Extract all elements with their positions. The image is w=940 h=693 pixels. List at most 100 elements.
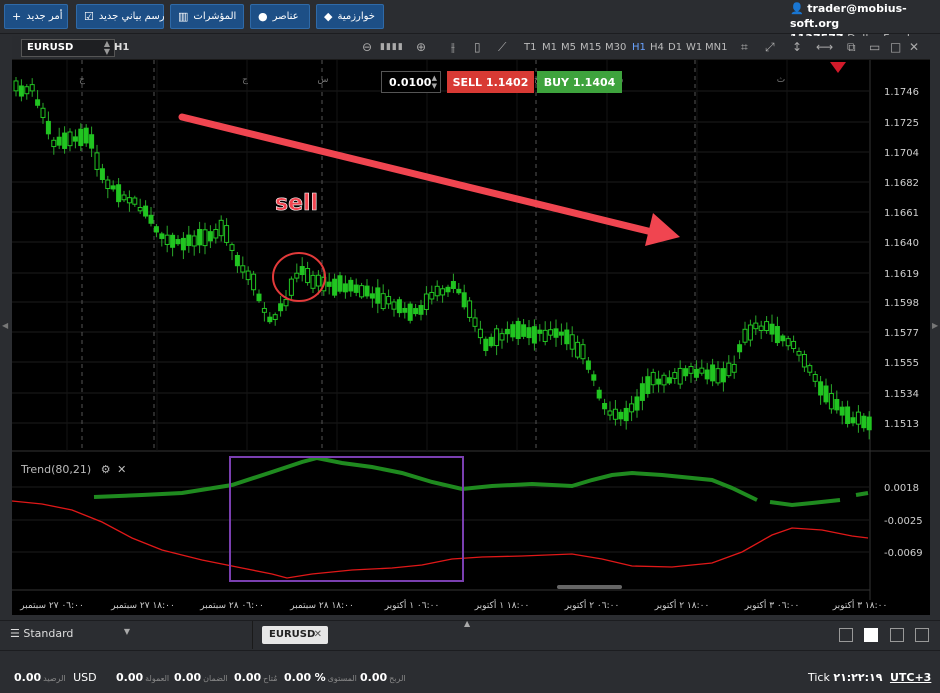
algorithms-label: خوارزمية [337, 11, 375, 22]
lot-size-input[interactable]: 0.0100 ▲ ▼ [381, 71, 441, 93]
time-tick-label: ١٨:٠٠ ٣ أكتوبر [832, 599, 888, 611]
candle [450, 281, 456, 289]
candle-chart-icon[interactable]: ▯ [474, 40, 481, 54]
candle [369, 293, 375, 299]
tf-M1[interactable]: M1 [542, 42, 557, 53]
remove-indicator-icon[interactable]: ✕ [117, 463, 126, 476]
candle [618, 411, 624, 420]
sell-button[interactable]: SELL 1.1402 [447, 71, 534, 93]
commission-value: 0.00 [116, 671, 144, 684]
candle [461, 292, 467, 308]
candle [774, 326, 780, 344]
time-tick-label: ٠٦:٠٠ ٢٧ سبتمبر [19, 601, 84, 611]
right-collapse-icon[interactable]: ▶ [932, 321, 938, 330]
candle [251, 273, 257, 291]
candle [126, 197, 132, 204]
divider [252, 621, 253, 649]
chart-tab-eurusd[interactable]: EURUSD ✕ [262, 626, 328, 644]
tf-M5[interactable]: M5 [561, 42, 576, 53]
currency: USD [73, 671, 97, 684]
detach-icon[interactable]: ⧉ [847, 40, 856, 55]
candle [477, 328, 483, 339]
candle [40, 107, 46, 118]
lot-value: 0.0100 [389, 75, 432, 89]
candle [283, 299, 289, 307]
candle [353, 284, 359, 293]
tf-D1[interactable]: D1 [668, 42, 682, 53]
candle [359, 285, 365, 298]
candle [224, 225, 230, 243]
vertical-line-icon[interactable]: ↕ [792, 40, 802, 54]
day-marker: س [318, 75, 329, 85]
maximize-icon[interactable]: □ [890, 40, 901, 54]
time-tick-label: ٠٦:٠٠ ٢٨ سبتمبر [199, 601, 264, 611]
new-order-button[interactable]: + أمر جديد [4, 4, 68, 29]
trend-arrow [178, 113, 656, 236]
minimize-icon[interactable]: ▭ [869, 40, 880, 54]
trendline-icon[interactable]: ⤢ [765, 40, 775, 55]
zoom-slider[interactable]: ▮▮▮▮ [380, 42, 404, 52]
candle [342, 283, 348, 293]
price-tick-label: 1.1704 [884, 148, 919, 159]
candle [801, 354, 807, 368]
candle [245, 270, 251, 281]
settings-icon[interactable]: ⚙ [101, 463, 111, 476]
zoom-out-icon[interactable]: ⊖ [362, 40, 372, 54]
candle [504, 328, 510, 335]
candle [18, 85, 24, 97]
price-tick-label: 1.1746 [884, 87, 919, 98]
layout-single-button[interactable] [839, 628, 853, 642]
indicators-button[interactable]: ▥ المؤشرات [170, 4, 244, 29]
spinner-icon: ▲ ▼ [431, 74, 437, 90]
new-chart-button[interactable]: ☑ رسم بياني جديد [76, 4, 165, 29]
sell-price: 1.1402 [485, 75, 529, 89]
symbol-value: EURUSD [27, 42, 74, 53]
diamond-icon: ◆ [324, 10, 333, 23]
indicator-tick-label: -0.0069 [884, 548, 923, 559]
candle [731, 363, 737, 373]
level-label: المستوى [327, 674, 357, 683]
crosshair-icon[interactable]: ⌗ [741, 40, 748, 55]
candle [839, 406, 845, 416]
top-toolbar: + أمر جديد ☑ رسم بياني جديد ▥ المؤشرات ●… [0, 0, 940, 45]
tf-H1[interactable]: H1 [632, 42, 646, 53]
layout-columns-button[interactable] [890, 628, 904, 642]
candle [591, 374, 597, 381]
candle [575, 341, 581, 358]
bar-chart-icon[interactable]: ⫲ [451, 40, 455, 55]
tf-W1[interactable]: W1 [686, 42, 702, 53]
left-collapse-icon[interactable]: ◀ [2, 321, 8, 330]
close-tab-icon[interactable]: ✕ [314, 626, 322, 644]
tf-H4[interactable]: H4 [650, 42, 664, 53]
algorithms-button[interactable]: ◆ خوارزمية [316, 4, 384, 29]
timezone[interactable]: UTC+3 [890, 671, 931, 684]
balance: 0.00 الرصيد USD [14, 671, 97, 684]
collapse-panel-icon[interactable]: ▲ [464, 619, 470, 628]
tf-M30[interactable]: M30 [605, 42, 626, 53]
tf-T1[interactable]: T1 [524, 42, 536, 53]
profit-value: 0.00 [360, 671, 388, 684]
candle [110, 185, 116, 190]
elements-label: عناصر [272, 11, 299, 22]
price-tick-label: 1.1513 [884, 419, 919, 430]
commission-label: العمولة [145, 674, 170, 683]
trend-green-line [855, 491, 869, 497]
tf-M15[interactable]: M15 [580, 42, 601, 53]
horizontal-line-icon[interactable]: ⟷ [816, 40, 833, 54]
candle [29, 84, 35, 92]
line-chart-icon[interactable]: ⟋ [498, 40, 506, 55]
buy-button[interactable]: BUY 1.1404 [537, 71, 622, 93]
workspace-select[interactable]: ☰ Standard ▼ [10, 627, 130, 640]
zoom-in-icon[interactable]: ⊕ [416, 40, 426, 54]
layout-rows-button[interactable] [915, 628, 929, 642]
symbol-select[interactable]: EURUSD ▲ ▼ [21, 39, 115, 57]
close-icon[interactable]: ✕ [909, 40, 919, 54]
tf-MN1[interactable]: MN1 [705, 42, 727, 53]
candle [828, 393, 834, 410]
price-chart[interactable]: 1.1746 1.1725 1.1704 1.1682 1.1661 1.1640 1.16… [12, 60, 930, 615]
elements-button[interactable]: ● عناصر [250, 4, 310, 29]
price-tick-label: 1.1640 [884, 238, 919, 249]
layout-grid-button[interactable] [864, 628, 878, 642]
margin-label: الضمان [203, 674, 228, 683]
price-tick-label: 1.1725 [884, 118, 919, 129]
